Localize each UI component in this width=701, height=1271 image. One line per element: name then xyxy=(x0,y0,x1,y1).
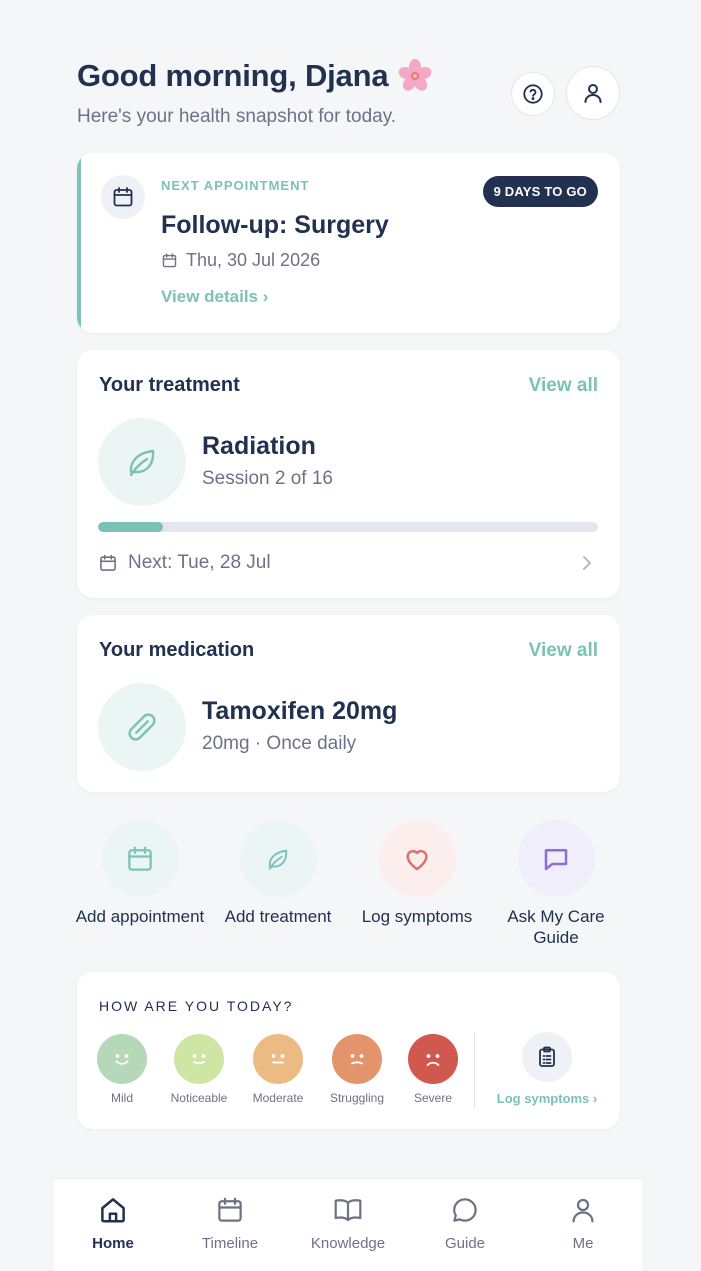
next-session-text: Next: Tue, 28 Jul xyxy=(128,552,271,573)
tab-label: Timeline xyxy=(201,1235,259,1252)
treatment-card: Your treatment View all Radiation Sessio… xyxy=(77,350,620,598)
calendar-icon xyxy=(162,253,177,268)
tab-home[interactable]: Home xyxy=(54,1193,172,1252)
mood-label: Severe xyxy=(413,1091,453,1105)
days-to-go-badge: 9 DAYS TO GO xyxy=(482,176,598,207)
chat-bubble-icon xyxy=(544,848,568,870)
neutral-face-icon xyxy=(253,1034,303,1084)
medication-name: Tamoxifen 20mg xyxy=(202,697,398,725)
user-icon xyxy=(572,1198,594,1223)
mood-divider xyxy=(474,1032,475,1108)
quick-actions: Add appointment Add treatment Log sympto… xyxy=(76,820,620,950)
mood-label: Struggling xyxy=(329,1091,385,1105)
log-symptoms-action[interactable]: Log symptoms xyxy=(347,820,487,927)
log-symptoms-circle xyxy=(378,820,456,897)
bottom-tab-bar: Home Timeline Knowledge Guide Me xyxy=(54,1178,642,1271)
mood-label: Noticeable xyxy=(170,1091,228,1105)
log-symptoms-link: Log symptoms › xyxy=(496,1091,598,1106)
calendar-icon xyxy=(100,554,116,571)
tab-knowledge[interactable]: Knowledge xyxy=(289,1193,407,1252)
header: Good morning, Djana Here's your health s… xyxy=(77,58,622,138)
chat-bubble-icon xyxy=(453,1198,477,1222)
calendar-icon xyxy=(128,846,152,871)
ask-care-guide-label: Ask My Care Guide xyxy=(507,907,605,947)
mood-label: Moderate xyxy=(252,1091,304,1105)
mood-severe[interactable]: Severe xyxy=(393,1034,473,1105)
add-treatment-circle xyxy=(239,820,317,897)
medication-card: Your medication View all Tamoxifen 20mg … xyxy=(77,615,620,792)
add-appointment-action[interactable]: Add appointment xyxy=(70,820,210,927)
tab-label: Guide xyxy=(444,1235,486,1252)
leaf-icon xyxy=(129,449,155,477)
profile-button[interactable] xyxy=(566,66,620,120)
chevron-right-icon[interactable] xyxy=(580,554,594,572)
pill-icon xyxy=(128,713,156,741)
mood-check-card: HOW ARE YOU TODAY? Mild Noticeable Moder… xyxy=(77,972,620,1129)
treatment-name: Radiation xyxy=(202,432,316,460)
treatment-progress-fill xyxy=(98,522,163,532)
slight-smile-face-icon xyxy=(174,1034,224,1084)
user-icon xyxy=(584,84,602,103)
appointment-title: Follow-up: Surgery xyxy=(161,211,389,239)
log-symptoms-icon-badge xyxy=(522,1032,572,1082)
next-session-row[interactable]: Next: Tue, 28 Jul xyxy=(98,552,271,574)
heart-icon xyxy=(406,849,428,870)
slight-frown-face-icon xyxy=(332,1034,382,1084)
medication-card-title: Your medication xyxy=(99,639,255,661)
medication-dosage: 20mg · Once daily xyxy=(202,733,357,754)
cherry-blossom-icon xyxy=(398,59,432,93)
treatment-view-all-link[interactable]: View all xyxy=(529,375,598,397)
appointment-icon-badge xyxy=(101,175,145,219)
treatment-progress-bar xyxy=(98,522,598,532)
add-treatment-action[interactable]: Add treatment xyxy=(208,820,348,927)
frowning-face-icon xyxy=(408,1034,458,1084)
mood-label: Mild xyxy=(110,1091,133,1105)
medication-view-all-link[interactable]: View all xyxy=(529,640,598,662)
add-appointment-circle xyxy=(101,820,179,897)
greeting-text: Good morning, Djana xyxy=(77,58,389,93)
appointment-label: NEXT APPOINTMENT xyxy=(161,178,310,193)
view-details-link[interactable]: View details › xyxy=(161,287,268,307)
treatment-icon-badge xyxy=(98,418,186,506)
leaf-icon xyxy=(268,849,288,870)
book-icon xyxy=(334,1199,362,1221)
mood-noticeable[interactable]: Noticeable xyxy=(159,1034,239,1105)
calendar-icon xyxy=(113,187,133,207)
tab-label: Knowledge xyxy=(310,1235,386,1252)
log-symptoms-shortcut[interactable]: Log symptoms › xyxy=(487,1032,607,1106)
appointment-date-text: Thu, 30 Jul 2026 xyxy=(186,250,321,270)
next-appointment-card[interactable]: NEXT APPOINTMENT 9 DAYS TO GO Follow-up:… xyxy=(77,153,620,333)
mood-struggling[interactable]: Struggling xyxy=(317,1034,397,1105)
home-icon xyxy=(101,1198,125,1223)
smiling-face-icon xyxy=(97,1034,147,1084)
tab-label: Me xyxy=(572,1235,594,1252)
appointment-date: Thu, 30 Jul 2026 xyxy=(161,250,320,271)
medication-icon-badge xyxy=(98,683,186,771)
ask-care-guide-circle xyxy=(517,820,595,897)
question-circle-icon xyxy=(523,84,543,104)
mood-moderate[interactable]: Moderate xyxy=(238,1034,318,1105)
add-appointment-label: Add appointment xyxy=(75,907,205,926)
log-symptoms-label: Log symptoms xyxy=(361,907,473,926)
clipboard-icon xyxy=(539,1046,555,1067)
treatment-card-title: Your treatment xyxy=(99,374,240,396)
ask-care-guide-action[interactable]: Ask My Care Guide xyxy=(486,820,626,948)
tab-timeline[interactable]: Timeline xyxy=(171,1193,289,1252)
mood-question: HOW ARE YOU TODAY? xyxy=(99,998,294,1014)
help-button[interactable] xyxy=(511,72,555,116)
calendar-icon xyxy=(218,1197,242,1222)
card-accent-bar xyxy=(77,153,81,333)
tab-label: Home xyxy=(92,1235,134,1252)
tab-me[interactable]: Me xyxy=(524,1193,642,1252)
add-treatment-label: Add treatment xyxy=(224,907,332,926)
mood-mild[interactable]: Mild xyxy=(82,1034,162,1105)
tab-guide[interactable]: Guide xyxy=(406,1193,524,1252)
treatment-session: Session 2 of 16 xyxy=(202,468,333,489)
